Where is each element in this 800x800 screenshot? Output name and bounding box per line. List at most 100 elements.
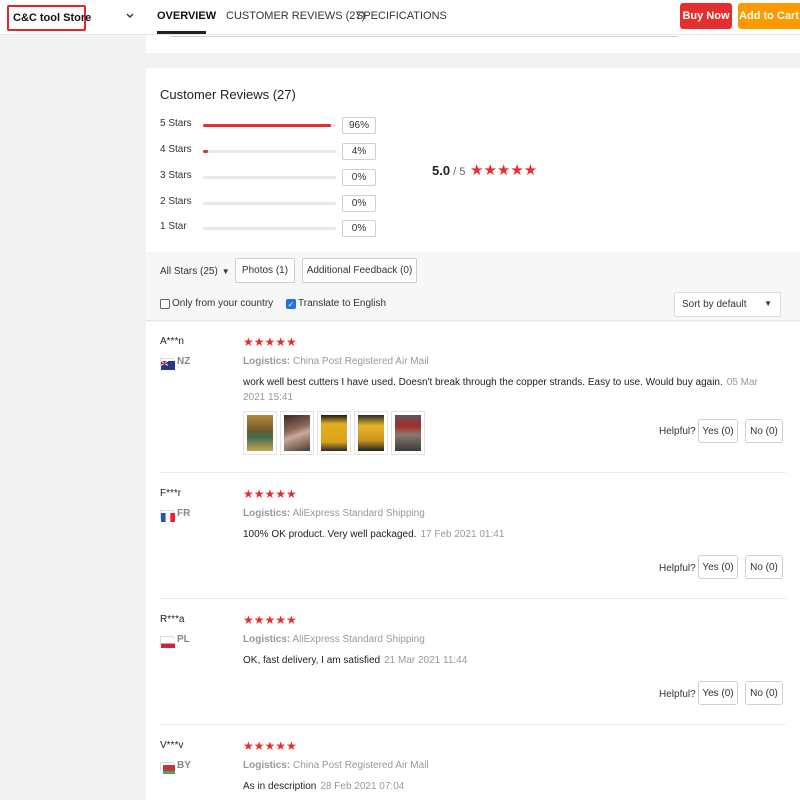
- top-header: C&C tool Store OVERVIEW CUSTOMER REVIEWS…: [0, 0, 800, 35]
- logistics-value: China Post Registered Air Mail: [293, 356, 429, 367]
- review-item: R***a PL ★★★★★ Logistics: AliExpress Sta…: [160, 613, 786, 714]
- all-stars-dropdown[interactable]: All Stars (25) ▼: [160, 266, 230, 277]
- rating-row[interactable]: 5 Stars 96%: [160, 117, 380, 134]
- helpful-yes-button[interactable]: Yes (0): [698, 555, 738, 579]
- logistics-info: Logistics: China Post Registered Air Mai…: [243, 356, 429, 367]
- reviewer-name: A***n: [160, 336, 184, 347]
- store-name-box[interactable]: C&C tool Store: [7, 5, 91, 31]
- rating-bar: [203, 202, 336, 205]
- logistics-value: AliExpress Standard Shipping: [292, 634, 425, 645]
- tab-customer-reviews[interactable]: CUSTOMER REVIEWS (27): [226, 10, 365, 22]
- logistics-value: AliExpress Standard Shipping: [292, 508, 425, 519]
- rating-bar-fill: [203, 124, 331, 127]
- reviewer-name: R***a: [160, 614, 185, 625]
- tab-specifications[interactable]: SPECIFICATIONS: [356, 10, 447, 22]
- helpful-no-button[interactable]: No (0): [745, 419, 783, 443]
- review-text: OK, fast delivery, I am satisfied 21 Mar …: [243, 655, 467, 666]
- chevron-down-icon: ▼: [764, 299, 772, 308]
- additional-feedback-button[interactable]: Additional Feedback (0): [302, 258, 417, 283]
- rating-row[interactable]: 3 Stars 0%: [160, 169, 380, 186]
- review-item: F***r FR ★★★★★ Logistics: AliExpress Sta…: [160, 487, 786, 588]
- average-of: / 5: [450, 166, 466, 178]
- rating-row[interactable]: 2 Stars 0%: [160, 195, 380, 212]
- divider: [160, 598, 786, 599]
- review-stars: ★★★★★: [243, 613, 297, 627]
- helpful-yes-button[interactable]: Yes (0): [698, 419, 738, 443]
- divider: [170, 36, 678, 37]
- rating-row-label: 4 Stars: [160, 144, 192, 155]
- rating-row-label: 3 Stars: [160, 170, 192, 181]
- buy-now-button[interactable]: Buy Now: [680, 3, 732, 29]
- review-date: 17 Feb 2021 01:41: [420, 529, 505, 540]
- divider: [160, 724, 786, 725]
- review-text: work well best cutters I have used. Does…: [243, 377, 758, 388]
- flag-pl-icon: [160, 636, 175, 648]
- flag-nz-icon: [160, 358, 175, 370]
- logistics-label: Logistics:: [243, 760, 291, 771]
- review-stars: ★★★★★: [243, 487, 297, 501]
- photos-filter-button[interactable]: Photos (1): [235, 258, 295, 283]
- all-stars-label: All Stars (25): [160, 266, 218, 277]
- review-body: 100% OK product. Very well packaged.: [243, 529, 417, 540]
- logistics-info: Logistics: AliExpress Standard Shipping: [243, 634, 425, 645]
- reviewer-country: PL: [177, 634, 190, 645]
- add-to-cart-button[interactable]: Add to Cart: [738, 3, 800, 29]
- helpful-label: Helpful?: [659, 426, 696, 437]
- review-text: 100% OK product. Very well packaged. 17 F…: [243, 529, 504, 540]
- review-item: V***v BY ★★★★★ Logistics: China Post Reg…: [160, 739, 786, 800]
- average-value: 5.0: [432, 163, 451, 178]
- rating-percent: 4%: [342, 143, 376, 160]
- logistics-label: Logistics:: [243, 508, 291, 519]
- average-rating: 5.0 / 5: [432, 163, 465, 178]
- review-photo[interactable]: [280, 411, 314, 455]
- translate-checkbox[interactable]: ✓: [286, 299, 296, 309]
- reviewer-name: F***r: [160, 488, 182, 499]
- chevron-down-icon[interactable]: [124, 10, 136, 22]
- review-text: As in description 28 Feb 2021 07:04: [243, 781, 404, 792]
- rating-percent: 0%: [342, 195, 376, 212]
- review-stars: ★★★★★: [243, 335, 297, 349]
- average-stars: ★★★★★: [470, 162, 538, 179]
- sort-select[interactable]: Sort by default ▼: [674, 292, 781, 317]
- rating-bar: [203, 176, 336, 179]
- rating-bar: [203, 227, 336, 230]
- tab-overview[interactable]: OVERVIEW: [157, 10, 216, 22]
- review-date: 28 Feb 2021 07:04: [320, 781, 405, 792]
- reviewer-country: NZ: [177, 356, 191, 367]
- rating-row[interactable]: 1 Star 0%: [160, 220, 380, 237]
- reviews-title: Customer Reviews (27): [160, 87, 296, 102]
- review-photo[interactable]: [354, 411, 388, 455]
- review-body: work well best cutters I have used. Does…: [243, 377, 723, 388]
- review-photo[interactable]: [391, 411, 425, 455]
- helpful-yes-button[interactable]: Yes (0): [698, 681, 738, 705]
- helpful-no-button[interactable]: No (0): [745, 555, 783, 579]
- helpful-label: Helpful?: [659, 689, 696, 700]
- review-item: A***n NZ ★★★★★ Logistics: China Post Reg…: [160, 335, 786, 466]
- review-body: OK, fast delivery, I am satisfied: [243, 655, 381, 666]
- logistics-label: Logistics:: [243, 356, 291, 367]
- rating-bar-fill: [203, 150, 209, 153]
- rating-percent: 0%: [342, 220, 376, 237]
- logistics-label: Logistics:: [243, 634, 291, 645]
- review-photo[interactable]: [317, 411, 351, 455]
- previous-section-bottom: [146, 35, 800, 53]
- only-country-checkbox[interactable]: [160, 299, 170, 309]
- rating-percent: 96%: [342, 117, 376, 134]
- logistics-info: Logistics: China Post Registered Air Mai…: [243, 760, 429, 771]
- active-tab-underline: [157, 31, 206, 34]
- rating-row[interactable]: 4 Stars 4%: [160, 143, 380, 160]
- sort-value: Sort by default: [682, 299, 747, 310]
- rating-bar: [203, 150, 336, 153]
- translate-label: Translate to English: [298, 298, 387, 309]
- reviewer-country: FR: [177, 508, 191, 519]
- helpful-no-button[interactable]: No (0): [745, 681, 783, 705]
- chevron-down-icon: ▼: [221, 267, 230, 276]
- logistics-info: Logistics: AliExpress Standard Shipping: [243, 508, 425, 519]
- review-photo[interactable]: [243, 411, 277, 455]
- rating-percent: 0%: [342, 169, 376, 186]
- only-country-label: Only from your country: [172, 298, 274, 309]
- reviewer-name: V***v: [160, 740, 184, 751]
- logistics-value: China Post Registered Air Mail: [293, 760, 429, 771]
- review-date-time: 2021 15:41: [243, 392, 294, 403]
- flag-fr-icon: [160, 510, 175, 522]
